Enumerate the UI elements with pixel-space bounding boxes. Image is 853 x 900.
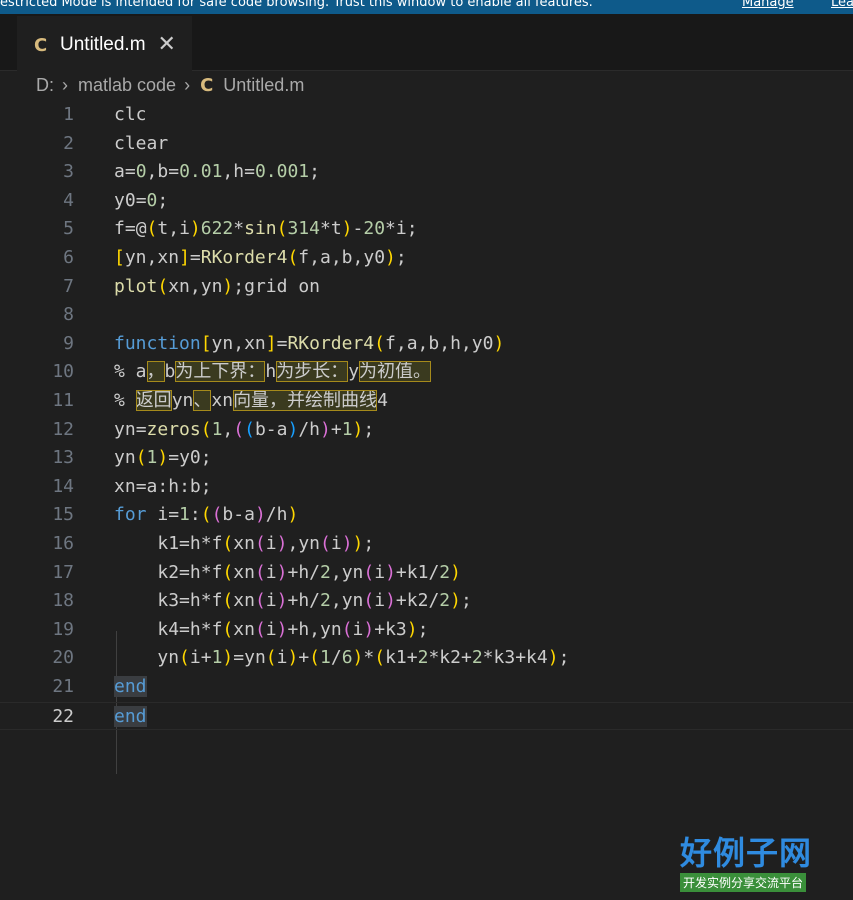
line-number: 4 <box>63 189 74 211</box>
code-line[interactable]: 7 plot(xn,yn);grid on <box>0 273 853 302</box>
watermark-tagline: 开发实例分享交流平台 <box>680 873 807 892</box>
watermark-logo: 好例子网 开发实例分享交流平台 <box>680 834 820 892</box>
line-number: 16 <box>52 533 74 554</box>
code-text[interactable]: a=0,b=0.01,h=0.001; <box>114 158 320 187</box>
breadcrumb-file[interactable]: Untitled.m <box>223 75 304 96</box>
code-text[interactable]: xn=a:h:b; <box>114 473 212 502</box>
line-number: 2 <box>63 132 74 154</box>
line-number: 22 <box>52 705 74 727</box>
line-number: 13 <box>52 447 74 469</box>
line-number: 7 <box>63 275 74 297</box>
watermark-logo-text: 好例子网 <box>680 834 813 872</box>
code-line[interactable]: 16 k1=h*f(xn(i),yn(i)); <box>0 530 853 559</box>
c-file-icon: C <box>34 34 48 56</box>
code-line[interactable]: 4 y0=0; <box>0 187 853 216</box>
c-file-icon: C <box>200 74 214 96</box>
code-text[interactable]: function[yn,xn]=RKorder4(f,a,b,h,y0) <box>114 330 504 359</box>
breadcrumb: D: › matlab code › C Untitled.m <box>36 72 304 98</box>
code-text[interactable]: end <box>114 673 147 702</box>
code-line[interactable]: 2 clear <box>0 130 853 159</box>
line-number: 10 <box>52 361 74 383</box>
code-text[interactable]: clc <box>114 101 147 130</box>
line-number: 9 <box>63 332 74 354</box>
code-text[interactable]: yn=zeros(1,((b-a)/h)+1); <box>114 416 374 445</box>
restricted-mode-banner: estricted Mode is intended for safe code… <box>0 0 853 14</box>
code-text[interactable]: plot(xn,yn);grid on <box>114 273 320 302</box>
code-line[interactable]: 19 k4=h*f(xn(i)+h,yn(i)+k3); <box>0 616 853 645</box>
code-line[interactable]: 9 function[yn,xn]=RKorder4(f,a,b,h,y0) <box>0 330 853 359</box>
code-editor[interactable]: 1 clc 2 clear 3 a=0,b=0.01,h=0.001; 4 y0=0; 5 f=@… <box>0 100 853 900</box>
code-text[interactable]: % 返回yn、xn向量，并绘制曲线4 <box>114 387 388 416</box>
banner-learn-link[interactable]: Lea <box>831 0 853 9</box>
code-text[interactable]: k3=h*f(xn(i)+h/2,yn(i)+k2/2); <box>114 587 471 616</box>
line-number: 3 <box>63 161 74 183</box>
code-text[interactable]: yn(i+1)=yn(i)+(1/6)*(k1+2*k2+2*k3+k4); <box>114 644 569 673</box>
chevron-right-icon: › <box>62 74 68 95</box>
editor-tab-bar: C Untitled.m ✕ <box>0 14 853 72</box>
code-line[interactable]: 18 k3=h*f(xn(i)+h/2,yn(i)+k2/2); <box>0 587 853 616</box>
code-text[interactable]: clear <box>114 130 168 159</box>
code-line[interactable]: 20 yn(i+1)=yn(i)+(1/6)*(k1+2*k2+2*k3+k4)… <box>0 644 853 673</box>
code-text[interactable]: for i=1:((b-a)/h) <box>114 501 298 530</box>
code-line[interactable]: 6 [yn,xn]=RKorder4(f,a,b,y0); <box>0 244 853 273</box>
line-number: 5 <box>63 218 74 240</box>
code-text[interactable]: % a，b为上下界：h为步长：y为初值。 <box>114 358 432 387</box>
code-line[interactable]: 15 for i=1:((b-a)/h) <box>0 501 853 530</box>
code-text[interactable]: [yn,xn]=RKorder4(f,a,b,y0); <box>114 244 407 273</box>
code-line[interactable]: 12 yn=zeros(1,((b-a)/h)+1); <box>0 416 853 445</box>
code-text[interactable]: k4=h*f(xn(i)+h,yn(i)+k3); <box>114 616 428 645</box>
code-line[interactable]: 8 <box>0 301 853 330</box>
line-number: 20 <box>52 647 74 669</box>
line-number: 14 <box>52 475 74 497</box>
line-number: 1 <box>63 104 74 125</box>
code-line[interactable]: 14 xn=a:h:b; <box>0 473 853 502</box>
code-line[interactable]: 11 % 返回yn、xn向量，并绘制曲线4 <box>0 387 853 416</box>
line-number: 15 <box>52 504 74 526</box>
code-text[interactable]: f=@(t,i)622*sin(314*t)-20*i; <box>114 215 418 244</box>
line-number: 11 <box>52 390 74 411</box>
line-number: 6 <box>63 247 74 268</box>
code-line[interactable]: 5 f=@(t,i)622*sin(314*t)-20*i; <box>0 215 853 244</box>
code-text[interactable]: yn(1)=y0; <box>114 444 212 473</box>
line-number: 18 <box>52 590 74 612</box>
line-number: 8 <box>63 304 74 326</box>
code-line[interactable]: 10 % a，b为上下界：h为步长：y为初值。 <box>0 358 853 387</box>
chevron-right-icon: › <box>184 74 191 95</box>
code-line[interactable]: 17 k2=h*f(xn(i)+h/2,yn(i)+k1/2) <box>0 559 853 588</box>
tab-label: Untitled.m <box>60 34 146 55</box>
code-line[interactable]: 3 a=0,b=0.01,h=0.001; <box>0 158 853 187</box>
line-number: 17 <box>52 561 74 583</box>
breadcrumb-folder[interactable]: matlab code <box>78 75 176 96</box>
tab-untitled-m[interactable]: C Untitled.m ✕ <box>17 16 192 72</box>
code-text[interactable]: end <box>114 703 147 732</box>
code-text[interactable]: k1=h*f(xn(i),yn(i)); <box>114 530 374 559</box>
code-line[interactable]: 1 clc <box>0 101 853 130</box>
line-number: 19 <box>52 618 74 640</box>
breadcrumb-drive[interactable]: D: <box>36 75 54 96</box>
line-number: 12 <box>52 418 74 440</box>
code-line[interactable]: 21 end <box>0 673 853 702</box>
code-line[interactable]: 22 end <box>0 701 853 732</box>
close-icon[interactable]: ✕ <box>158 34 176 56</box>
code-line[interactable]: 13 yn(1)=y0; <box>0 444 853 473</box>
line-number: 21 <box>52 676 74 697</box>
code-text[interactable]: y0=0; <box>114 187 168 216</box>
code-text[interactable]: k2=h*f(xn(i)+h/2,yn(i)+k1/2) <box>114 559 461 588</box>
banner-manage-link[interactable]: Manage <box>742 0 794 9</box>
banner-text: estricted Mode is intended for safe code… <box>0 0 593 10</box>
